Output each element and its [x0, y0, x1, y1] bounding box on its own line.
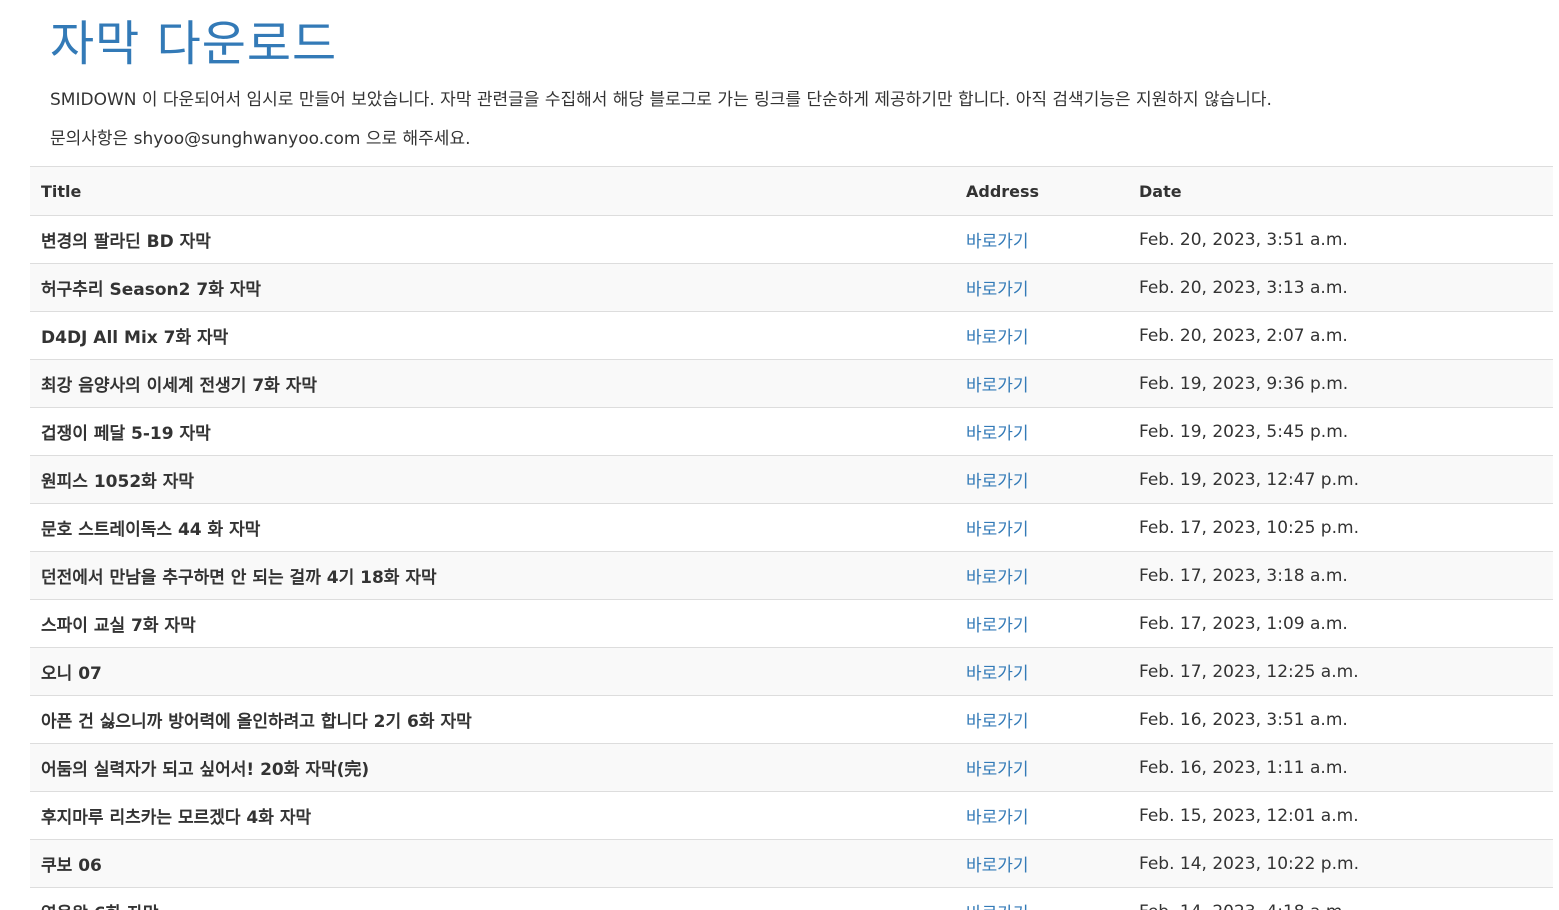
row-title: 최강 음양사의 이세계 전생기 7화 자막 — [41, 376, 318, 396]
row-address: 바로가기 — [955, 888, 1128, 910]
table-row: 던전에서 만남을 추구하면 안 되는 걸까 4기 18화 자막 바로가기 Feb. … — [30, 551, 1553, 600]
goto-link[interactable]: 바로가기 — [966, 424, 1029, 444]
table-row: D4DJ All Mix 7화 자막 바로가기 Feb. 20, 2023, 2:0… — [30, 311, 1553, 360]
row-title: 겁쟁이 페달 5-19 자막 — [41, 424, 211, 444]
row-date: Feb. 14, 2023, 10:22 p.m. — [1139, 853, 1359, 874]
table-body: 변경의 팔라딘 BD 자막 바로가기 Feb. 20, 2023, 3:51 a.m… — [30, 215, 1553, 910]
row-title: 스파이 교실 7화 자막 — [41, 616, 196, 636]
row-title: 쿠보 06 — [41, 856, 102, 876]
row-title: 아픈 건 싫으니까 방어력에 올인하려고 합니다 2기 6화 자막 — [41, 712, 472, 732]
goto-link[interactable]: 바로가기 — [966, 760, 1029, 780]
goto-link[interactable]: 바로가기 — [966, 520, 1029, 540]
goto-link[interactable]: 바로가기 — [966, 904, 1029, 910]
row-address: 바로가기 — [955, 360, 1128, 408]
table-row: 변경의 팔라딘 BD 자막 바로가기 Feb. 20, 2023, 3:51 a.m… — [30, 215, 1553, 264]
row-date: Feb. 17, 2023, 3:18 a.m. — [1139, 565, 1348, 586]
row-address: 바로가기 — [955, 840, 1128, 888]
row-title: 영웅왕 6화 자막 — [30, 888, 955, 910]
row-address: 바로가기 — [955, 696, 1128, 744]
subtitle-table-container: Title Address Date 변경의 팔라딘 BD 자막 바로가기 Feb.… — [30, 166, 1553, 910]
row-title: 어둠의 실력자가 되고 싶어서! 20화 자막(完) — [41, 760, 370, 780]
row-address: 바로가기 — [955, 552, 1128, 600]
row-date: Feb. 20, 2023, 2:07 a.m. — [1139, 325, 1348, 346]
row-title: 변경의 팔라딘 BD 자막 — [41, 232, 211, 252]
table-row: 최강 음양사의 이세계 전생기 7화 자막 바로가기 Feb. 19, 2023, … — [30, 359, 1553, 408]
table-row: 스파이 교실 7화 자막 바로가기 Feb. 17, 2023, 1:09 a.m. — [30, 599, 1553, 648]
goto-link[interactable]: 바로가기 — [966, 856, 1029, 876]
table-row: 원피스 1052화 자막 바로가기 Feb. 19, 2023, 12:47 p.m… — [30, 455, 1553, 504]
row-title: D4DJ All Mix 7화 자막 — [41, 328, 229, 348]
table-header-row: Title Address Date — [30, 166, 1553, 216]
page-title: 자막 다운로드 — [50, 16, 338, 72]
row-address: 바로가기 — [955, 744, 1128, 792]
row-date: Feb. 19, 2023, 9:36 p.m. — [1139, 373, 1349, 394]
column-header-title: Title — [41, 181, 82, 201]
intro-text: SMIDOWN 이 다운되어서 임시로 만들어 보았습니다. 자막 관련글을 수… — [50, 90, 1272, 110]
row-date: Feb. 14, 2023, 4:18 a.m. — [1128, 888, 1553, 910]
row-date: Feb. 19, 2023, 12:47 p.m. — [1139, 469, 1359, 490]
column-header-address: Address — [966, 181, 1040, 201]
table-row: 후지마루 리츠카는 모르겠다 4화 자막 바로가기 Feb. 15, 2023, 1… — [30, 791, 1553, 840]
row-address: 바로가기 — [955, 648, 1128, 696]
table-row: 어둠의 실력자가 되고 싶어서! 20화 자막(完) 바로가기 Feb. 16, 2… — [30, 743, 1553, 792]
goto-link[interactable]: 바로가기 — [966, 616, 1029, 636]
row-date: Feb. 17, 2023, 1:09 a.m. — [1139, 613, 1348, 634]
goto-link[interactable]: 바로가기 — [966, 232, 1029, 252]
row-address: 바로가기 — [955, 408, 1128, 456]
row-date: Feb. 17, 2023, 12:25 a.m. — [1139, 661, 1359, 682]
row-title: 문호 스트레이독스 44 화 자막 — [41, 520, 261, 540]
table-row: 쿠보 06 바로가기 Feb. 14, 2023, 10:22 p.m. — [30, 839, 1553, 888]
table-row: 겁쟁이 페달 5-19 자막 바로가기 Feb. 19, 2023, 5:45 p.… — [30, 407, 1553, 456]
goto-link[interactable]: 바로가기 — [966, 568, 1029, 588]
goto-link[interactable]: 바로가기 — [966, 328, 1029, 348]
contact-text: 문의사항은 shyoo@sunghwanyoo.com 으로 해주세요. — [50, 129, 471, 149]
table-header: Title Address Date — [30, 166, 1553, 216]
goto-link[interactable]: 바로가기 — [966, 376, 1029, 396]
row-title: 던전에서 만남을 추구하면 안 되는 걸까 4기 18화 자막 — [41, 568, 437, 588]
row-title: 오니 07 — [41, 664, 102, 684]
row-address: 바로가기 — [955, 312, 1128, 360]
goto-link[interactable]: 바로가기 — [966, 664, 1029, 684]
row-address: 바로가기 — [955, 456, 1128, 504]
subtitle-table: Title Address Date 변경의 팔라딘 BD 자막 바로가기 Feb.… — [30, 166, 1553, 910]
row-date: Feb. 19, 2023, 5:45 p.m. — [1139, 421, 1349, 442]
row-date: Feb. 15, 2023, 12:01 a.m. — [1139, 805, 1359, 826]
row-date: Feb. 17, 2023, 10:25 p.m. — [1139, 517, 1359, 538]
row-address: 바로가기 — [955, 504, 1128, 552]
goto-link[interactable]: 바로가기 — [966, 808, 1029, 828]
row-address: 바로가기 — [955, 264, 1128, 312]
column-header-date: Date — [1139, 181, 1182, 201]
table-row: 아픈 건 싫으니까 방어력에 올인하려고 합니다 2기 6화 자막 바로가기 Feb… — [30, 695, 1553, 744]
row-date: Feb. 20, 2023, 3:51 a.m. — [1139, 229, 1348, 250]
row-title: 허구추리 Season2 7화 자막 — [41, 280, 262, 300]
row-date: Feb. 16, 2023, 1:11 a.m. — [1139, 757, 1348, 778]
table-row: 문호 스트레이독스 44 화 자막 바로가기 Feb. 17, 2023, 10:2… — [30, 503, 1553, 552]
goto-link[interactable]: 바로가기 — [966, 472, 1029, 492]
table-row: 영웅왕 6화 자막바로가기 Feb. 14, 2023, 4:18 a.m. — [30, 887, 1553, 910]
goto-link[interactable]: 바로가기 — [966, 712, 1029, 732]
row-address: 바로가기 — [955, 792, 1128, 840]
row-address: 바로가기 — [955, 600, 1128, 648]
row-address: 바로가기 — [955, 216, 1128, 264]
row-date: Feb. 16, 2023, 3:51 a.m. — [1139, 709, 1348, 730]
row-date: Feb. 20, 2023, 3:13 a.m. — [1139, 277, 1348, 298]
goto-link[interactable]: 바로가기 — [966, 280, 1029, 300]
row-title: 원피스 1052화 자막 — [41, 472, 194, 492]
table-row: 오니 07 바로가기 Feb. 17, 2023, 12:25 a.m. — [30, 647, 1553, 696]
page: 자막 다운로드 SMIDOWN 이 다운되어서 임시로 만들어 보았습니다. 자… — [0, 0, 1559, 910]
table-row: 허구추리 Season2 7화 자막 바로가기 Feb. 20, 2023, 3:1… — [30, 263, 1553, 312]
row-title: 후지마루 리츠카는 모르겠다 4화 자막 — [41, 808, 312, 828]
